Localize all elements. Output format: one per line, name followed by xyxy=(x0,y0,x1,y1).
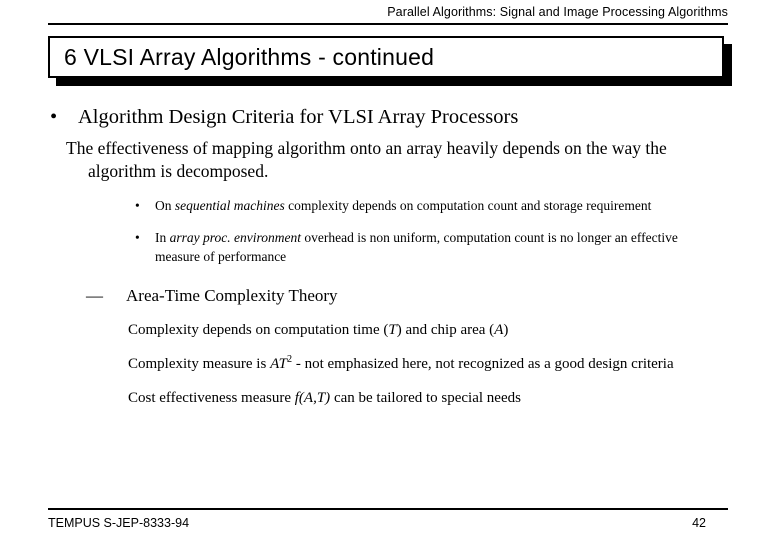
function-f-a-t: f(A,T) xyxy=(294,390,331,406)
sub-bullet-2-emphasis: array proc. environment xyxy=(169,230,301,245)
sub-bullet-2-pre: In xyxy=(155,230,170,245)
section-heading-area-time: — Area-Time Complexity Theory xyxy=(0,285,780,307)
detail-line-1-pre: Complexity depends on computation time ( xyxy=(128,322,389,338)
slide-title-container: 6 VLSI Array Algorithms - continued xyxy=(48,36,732,86)
slide-footer: TEMPUS S-JEP-8333-94 42 xyxy=(48,508,728,531)
slide-body: • Algorithm Design Criteria for VLSI Arr… xyxy=(0,104,780,409)
footer-row: TEMPUS S-JEP-8333-94 42 xyxy=(48,515,728,531)
detail-line-1: Complexity depends on computation time (… xyxy=(0,320,780,341)
detail-line-2: Complexity measure is AT2 - not emphasiz… xyxy=(0,354,780,375)
running-title: Parallel Algorithms: Signal and Image Pr… xyxy=(387,5,728,19)
detail-line-3-post: can be tailored to special needs xyxy=(330,390,521,406)
detail-line-3: Cost effectiveness measure f(A,T) can be… xyxy=(0,388,780,409)
bullet-level2: The effectiveness of mapping algorithm o… xyxy=(0,137,780,183)
header-divider xyxy=(48,23,728,25)
detail-line-1-post: ) xyxy=(503,322,509,338)
detail-line-2-pre: Complexity measure is xyxy=(128,356,271,372)
section-heading-text: Area-Time Complexity Theory xyxy=(126,286,338,305)
sub-bullet-dot-icon: • xyxy=(135,230,140,245)
detail-line-2-post: - not emphasized here, not recognized as… xyxy=(292,356,674,372)
page-number: 42 xyxy=(692,516,706,530)
bullet-level1: • Algorithm Design Criteria for VLSI Arr… xyxy=(0,104,780,130)
sub-bullet-1: • On sequential machines complexity depe… xyxy=(0,196,780,215)
slide-title: 6 VLSI Array Algorithms - continued xyxy=(64,44,435,70)
sub-bullet-1-post: complexity depends on computation count … xyxy=(284,198,652,213)
slide-header: Parallel Algorithms: Signal and Image Pr… xyxy=(48,4,728,25)
detail-line-1-mid: ) and chip area ( xyxy=(396,322,495,338)
sub-bullet-1-emphasis: sequential machines xyxy=(174,198,285,213)
bullet-level1-text: Algorithm Design Criteria for VLSI Array… xyxy=(78,106,519,128)
bullet-dot-icon: • xyxy=(50,106,58,128)
bullet-level2-text: The effectiveness of mapping algorithm o… xyxy=(66,138,667,181)
sub-bullet-2: • In array proc. environment overhead is… xyxy=(0,228,780,266)
sub-bullet-1-pre: On xyxy=(155,198,175,213)
title-box: 6 VLSI Array Algorithms - continued xyxy=(48,36,724,78)
variable-A: A xyxy=(494,322,504,338)
detail-line-3-pre: Cost effectiveness measure xyxy=(128,390,295,406)
variable-AT: AT xyxy=(270,356,288,372)
footer-divider xyxy=(48,508,728,510)
variable-T: T xyxy=(388,322,397,338)
footer-project-label: TEMPUS S-JEP-8333-94 xyxy=(48,516,190,530)
sub-bullet-dot-icon: • xyxy=(135,198,140,213)
em-dash-icon: — xyxy=(86,286,103,305)
